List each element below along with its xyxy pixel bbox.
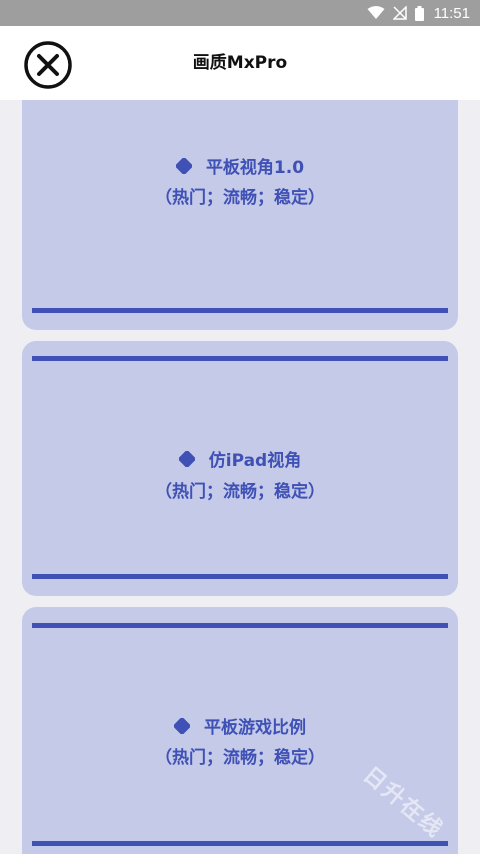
option-card-tablet-view[interactable]: 平板视角1.0 （热门；流畅；稳定） [22,100,458,330]
wifi-icon [367,6,385,20]
diamond-icon [178,450,195,467]
close-button[interactable] [23,40,73,90]
status-time: 11:51 [433,4,470,22]
card-divider [32,574,448,579]
option-card-ipad-view[interactable]: 仿iPad视角 （热门；流畅；稳定） [22,341,458,596]
card-divider [32,841,448,846]
card-divider [32,356,448,361]
diamond-icon [174,717,190,734]
status-bar: 11:51 [0,0,480,26]
option-tags: （热门；流畅；稳定） [155,188,325,208]
header: 画质MxPro [0,26,480,100]
diamond-icon [175,157,192,174]
option-name: 平板游戏比例 [204,718,306,738]
card-divider [32,623,448,628]
option-tags: （热门；流畅；稳定） [155,482,325,502]
close-circle-icon [24,41,72,89]
no-signal-icon [392,6,407,20]
option-tags: （热门；流畅；稳定） [155,748,325,768]
option-name: 平板视角1.0 [205,158,305,178]
options-list: 平板视角1.0 （热门；流畅；稳定） 仿iPad视角 （热门；流畅；稳定） 平板… [0,100,480,854]
battery-icon [414,5,424,21]
option-name: 仿iPad视角 [208,451,302,471]
option-card-tablet-ratio[interactable]: 平板游戏比例 （热门；流畅；稳定） [22,607,458,854]
card-divider [32,308,448,313]
